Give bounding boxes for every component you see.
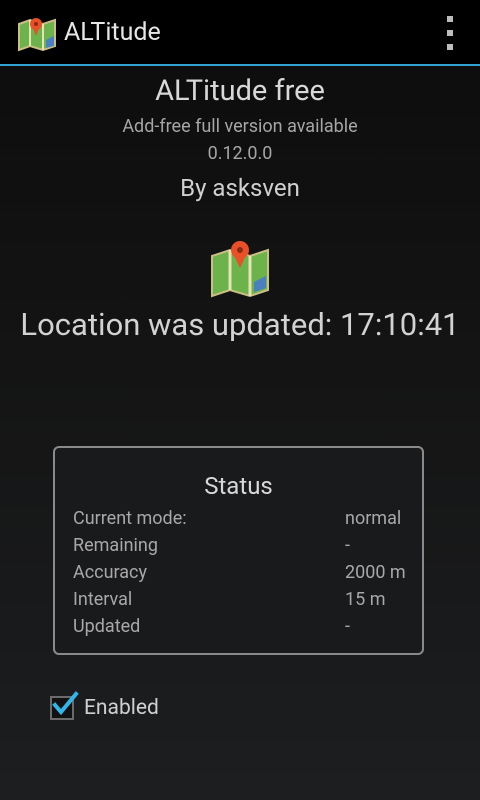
status-value: - (345, 535, 350, 556)
version-text: 0.12.0.0 (207, 143, 273, 164)
status-label: Accuracy (73, 562, 147, 583)
status-row: Accuracy 2000 m (73, 562, 413, 583)
app-name: ALTitude free (155, 74, 325, 108)
status-label: Interval (73, 589, 133, 610)
map-icon (211, 241, 269, 298)
status-row: Updated - (73, 616, 413, 637)
status-label: Updated (73, 616, 141, 637)
status-row: Remaining - (73, 535, 413, 556)
overflow-dot (447, 30, 453, 36)
status-row: Current mode: normal (73, 508, 413, 529)
promo-text: Add-free full version available (122, 116, 358, 137)
enabled-checkbox-row[interactable]: Enabled (50, 691, 159, 720)
location-updated-text: Location was updated: 17:10:41 (20, 306, 460, 343)
checkmark-icon (52, 691, 79, 716)
app-title: ALTitude (64, 18, 161, 47)
status-row: Interval 15 m (73, 589, 413, 610)
status-label: Remaining (73, 535, 158, 556)
status-value: 15 m (345, 589, 386, 610)
overflow-dot (447, 16, 453, 22)
overflow-dot (447, 44, 453, 50)
enabled-checkbox[interactable] (50, 691, 79, 720)
status-title: Status (204, 472, 273, 500)
status-value: - (345, 616, 350, 637)
overflow-menu-icon[interactable] (444, 16, 456, 50)
action-bar: ALTitude (0, 0, 480, 66)
status-panel: Status Current mode: normal Remaining - … (53, 446, 424, 655)
status-value: normal (345, 508, 402, 529)
enabled-label[interactable]: Enabled (84, 696, 159, 720)
map-app-icon[interactable] (16, 12, 58, 54)
status-label: Current mode: (73, 508, 187, 529)
main-content: ALTitude free Add-free full version avai… (0, 74, 480, 343)
status-value: 2000 m (345, 562, 406, 583)
author-text: By asksven (180, 174, 300, 202)
